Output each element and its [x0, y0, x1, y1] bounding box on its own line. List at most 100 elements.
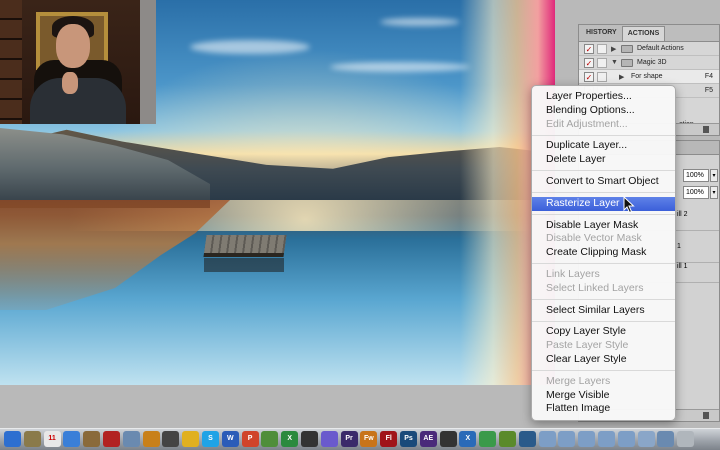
premiere-icon[interactable]: Pr [340, 431, 358, 447]
game-icon[interactable] [499, 431, 516, 447]
autumn-trees-reflection [0, 200, 230, 310]
folder-4-icon[interactable] [598, 431, 615, 447]
menu-separator [532, 263, 675, 265]
clapper-icon[interactable] [301, 431, 318, 447]
folder-7-icon[interactable] [657, 431, 675, 447]
menu-item-layer-properties[interactable]: Layer Properties... [532, 90, 675, 104]
panel-tabs: HISTORY ACTIONS [579, 25, 719, 42]
menu-item-disable-vector-mask: Disable Vector Mask [546, 232, 642, 245]
tab-history[interactable]: HISTORY [581, 26, 622, 41]
powerpoint-icon[interactable]: P [241, 431, 259, 447]
action-shortcut: F4 [704, 73, 713, 80]
layer-name: ill 2 [677, 211, 688, 218]
action-label: Magic 3D [637, 59, 667, 66]
trash-icon[interactable] [703, 412, 709, 419]
books-icon[interactable] [83, 431, 101, 447]
imovie-icon[interactable] [320, 431, 338, 447]
wooden-raft [203, 235, 287, 257]
chevron-down-icon[interactable]: ▾ [710, 169, 718, 182]
folder-icon [621, 58, 633, 67]
check-icon[interactable]: ✓ [584, 43, 594, 54]
menu-item-copy-layer-style[interactable]: Copy Layer Style [532, 325, 675, 339]
menu-item-convert-to-smart-object[interactable]: Convert to Smart Object [532, 175, 675, 189]
chevron-right-icon[interactable]: ▶ [619, 73, 627, 81]
chevron-right-icon[interactable]: ▶ [611, 45, 619, 53]
menu-item-blending-options[interactable]: Blending Options... [532, 104, 675, 118]
action-label: For shape [631, 73, 663, 80]
word-icon[interactable]: W [221, 431, 239, 447]
check-icon[interactable]: ✓ [584, 71, 594, 82]
iphoto-icon[interactable] [122, 431, 140, 447]
menu-item-flatten-image[interactable]: Flatten Image [532, 402, 675, 416]
webcam-overlay [0, 0, 156, 124]
cloud [330, 62, 470, 72]
check-icon[interactable]: ✓ [584, 57, 594, 68]
app-icon[interactable] [479, 431, 497, 447]
raft-shadow [204, 258, 284, 272]
menu-item-clear-layer-style[interactable]: Clear Layer Style [532, 353, 675, 367]
stack-icon[interactable] [518, 431, 536, 447]
curtain [140, 0, 156, 124]
layer-name: 1 [677, 243, 681, 250]
cloud [380, 18, 460, 26]
menu-item-rasterize-layer[interactable]: Rasterize Layer [532, 196, 675, 211]
skype-icon[interactable]: S [202, 431, 219, 447]
garageband-icon[interactable] [142, 431, 160, 447]
chrome-icon[interactable] [182, 431, 200, 447]
opacity-field[interactable]: 100% [683, 169, 709, 182]
menu-item-disable-layer-mask[interactable]: Disable Layer Mask [532, 219, 675, 233]
dialog-toggle-icon[interactable] [597, 57, 607, 68]
finder-icon[interactable] [4, 431, 21, 447]
dashboard-icon[interactable] [162, 431, 180, 447]
layer-name: ill 1 [677, 263, 688, 270]
photoshop-icon[interactable]: Ps [400, 431, 417, 447]
action-row[interactable]: ✓ ▼ Magic 3D [579, 56, 719, 70]
person-hand [62, 72, 78, 94]
fill-field[interactable]: 100% [683, 186, 709, 199]
menu-separator [532, 170, 675, 172]
trash-dock-icon[interactable] [677, 431, 695, 447]
folder-1-icon[interactable] [538, 431, 556, 447]
folder-3-icon[interactable] [578, 431, 596, 447]
menu-item-create-clipping-mask[interactable]: Create Clipping Mask [532, 246, 675, 260]
trash-icon[interactable] [703, 126, 709, 133]
menu-separator [532, 214, 675, 216]
action-label: Default Actions [637, 45, 684, 52]
finalcut-icon[interactable] [439, 431, 457, 447]
menu-item-duplicate-layer[interactable]: Duplicate Layer... [532, 139, 675, 153]
calendar-icon[interactable]: 11 [43, 431, 61, 447]
menu-separator [532, 299, 675, 301]
chevron-down-icon[interactable]: ▼ [611, 59, 619, 66]
menu-item-select-similar-layers[interactable]: Select Similar Layers [532, 304, 675, 318]
aftereffects-icon[interactable]: AE [419, 431, 437, 447]
fireworks-icon[interactable]: Fw [360, 431, 378, 447]
cloud [190, 40, 310, 54]
menu-item-delete-layer[interactable]: Delete Layer [532, 153, 675, 167]
preview-icon[interactable] [23, 431, 41, 447]
dialog-toggle-icon[interactable] [597, 71, 607, 82]
bookshelf [0, 0, 22, 124]
menu-separator [532, 320, 675, 322]
chevron-down-icon[interactable]: ▾ [710, 186, 718, 199]
action-shortcut: F5 [704, 87, 713, 94]
tab-actions[interactable]: ACTIONS [621, 26, 666, 41]
menu-item-link-layers: Link Layers [546, 267, 600, 280]
folder-2-icon[interactable] [558, 431, 576, 447]
folder-5-icon[interactable] [617, 431, 635, 447]
action-row[interactable]: ✓ ▶ For shape F4 [579, 70, 719, 84]
action-row[interactable]: ✓ ▶ Default Actions [579, 42, 719, 56]
flash-icon[interactable]: Fl [380, 431, 398, 447]
layer-context-menu: Layer Properties... Blending Options... Ed… [531, 85, 676, 421]
photo-booth-icon[interactable] [103, 431, 120, 447]
excel-icon[interactable]: X [281, 431, 299, 447]
menu-item-merge-layers: Merge Layers [546, 374, 611, 387]
folder-6-icon[interactable] [637, 431, 655, 447]
menu-item-merge-visible[interactable]: Merge Visible [532, 389, 675, 403]
itunes-icon[interactable] [63, 431, 81, 447]
pen-icon[interactable] [261, 431, 279, 447]
mouse-pointer-icon [623, 196, 635, 214]
x11-icon[interactable]: X [459, 431, 477, 447]
menu-separator [532, 134, 675, 136]
menu-separator [532, 370, 675, 372]
dialog-toggle-icon[interactable] [597, 43, 607, 54]
